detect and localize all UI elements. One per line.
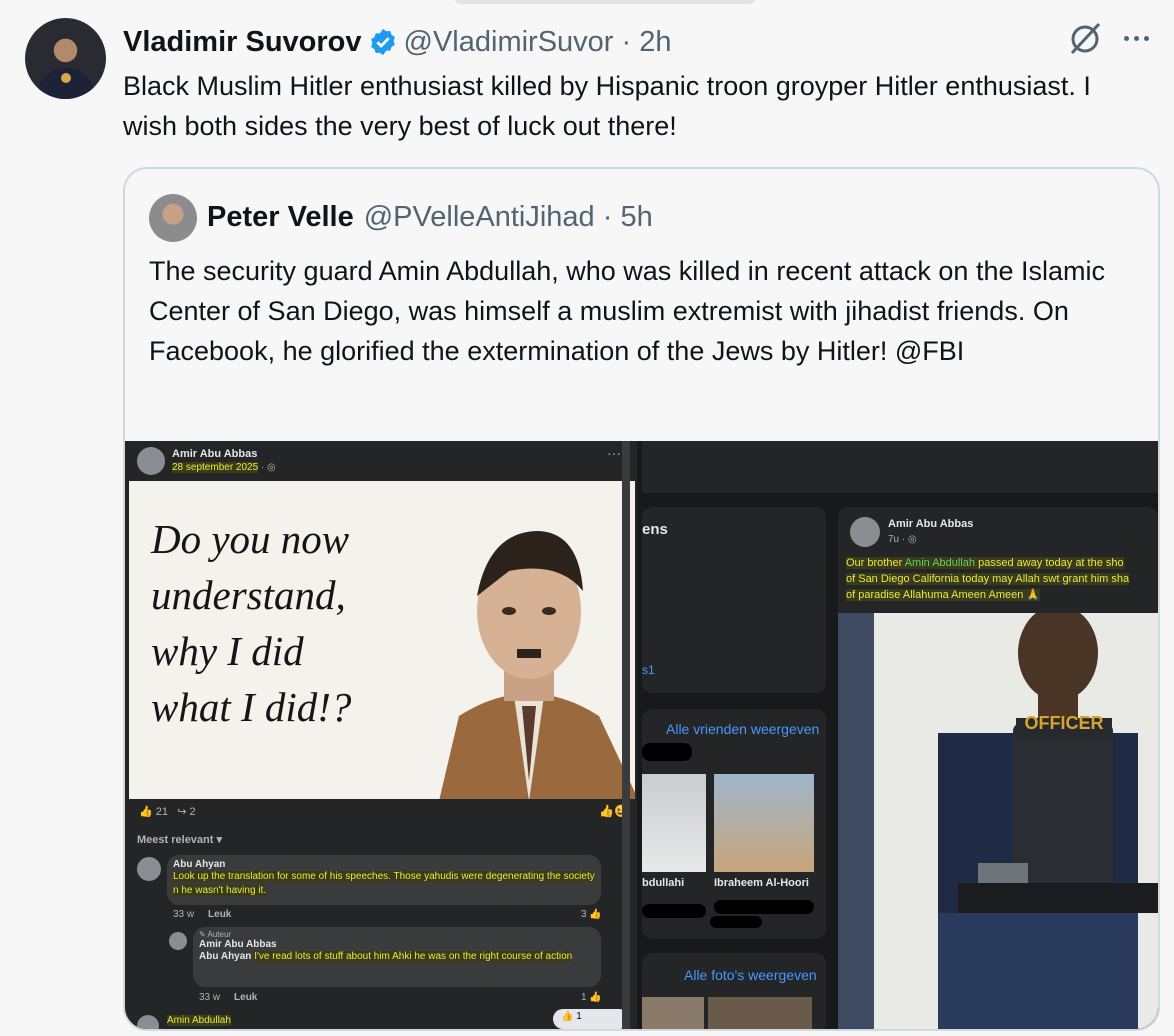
quoted-post[interactable]: Peter Velle @PVelleAntiJihad · 5h The se…	[123, 167, 1160, 1031]
all-friends-link: Alle vrienden weergeven	[666, 721, 820, 737]
poster-name: Amir Abu Abbas	[172, 448, 258, 460]
friends-card: Alle vrienden weergeven bdullahi Ibrahee…	[642, 709, 826, 939]
officer-vest-label: OFFICER	[1025, 713, 1104, 733]
fb-top-bar	[642, 441, 1158, 493]
redaction	[642, 743, 692, 761]
memorial-post: Amir Abu Abbas 7u · ◎ Our brother Amin A…	[838, 507, 1158, 1029]
author-avatar[interactable]	[25, 18, 106, 99]
comment-meta: 33 w Leuk	[173, 909, 232, 920]
verified-badge-icon	[370, 28, 395, 56]
officer-photo: OFFICER	[838, 613, 1158, 1029]
author-handle[interactable]: @VladimirSuvor	[404, 26, 614, 59]
top-sheet-handle	[455, 0, 755, 4]
comment-like-count: 3 👍	[581, 909, 602, 920]
friend-photo	[714, 774, 814, 872]
more-options-icon: ···	[607, 445, 621, 461]
redaction	[710, 916, 762, 928]
reply-avatar	[169, 932, 187, 950]
quoted-media[interactable]: Amir Abu Abbas 28 september 2025 · ◎ ···…	[125, 441, 1158, 1029]
separator-dot: ·	[613, 25, 640, 58]
commenter-avatar	[137, 857, 161, 881]
quoted-post-text: The security guard Amin Abdullah, who wa…	[149, 256, 1105, 366]
reply-like-count: 1 👍	[581, 992, 602, 1003]
commenter-avatar	[137, 1015, 159, 1029]
quoted-post-time: 5h	[620, 201, 653, 233]
share-icon: ↪	[177, 806, 187, 818]
scrollbar	[622, 441, 630, 1029]
all-photos-link: Alle foto's weergeven	[684, 967, 817, 983]
quoted-author-handle: @PVelleAntiJihad	[363, 201, 595, 233]
comment-author: Amin Abdullah	[167, 1015, 231, 1026]
photo-thumb	[708, 997, 812, 1029]
quoted-author-name: Peter Velle	[207, 201, 354, 233]
poster-date: 28 september 2025 · ◎	[172, 462, 276, 473]
quoted-author-avatar[interactable]	[149, 194, 197, 242]
reply-meta: 33 w Leuk	[199, 992, 258, 1003]
redaction	[642, 904, 706, 918]
poster-avatar	[850, 517, 880, 547]
post-time[interactable]: 2h	[639, 26, 671, 59]
intro-card: ens s1	[642, 507, 826, 693]
sort-menu: Meest relevant ▾	[137, 834, 223, 846]
grok-icon[interactable]	[1066, 20, 1104, 58]
like-icon: 👍	[139, 806, 153, 818]
meme-text: Do you now understand, why I did what I …	[151, 516, 352, 730]
comment-like-count: 👍 1	[553, 1009, 629, 1029]
facebook-screenshot-right: ens s1 Alle vrienden weergeven bdullahi …	[642, 441, 1158, 1029]
post-header: Vladimir Suvorov @VladimirSuvor · 2h	[123, 22, 672, 62]
more-options-icon[interactable]	[1124, 36, 1149, 41]
comment-bubble: Abu Ahyan Look up the translation for so…	[167, 855, 601, 905]
author-name[interactable]: Vladimir Suvorov	[123, 26, 362, 59]
meme-image: Do you now understand, why I did what I …	[129, 481, 635, 799]
post-text: Black Muslim Hitler enthusiast killed by…	[123, 71, 1091, 141]
reactions-row: 👍 21 ↪ 2	[139, 806, 196, 818]
quoted-header: Peter Velle @PVelleAntiJihad · 5h	[207, 201, 653, 234]
memorial-text: Our brother Amin Abdullah passed away to…	[846, 557, 1130, 601]
separator-dot: ·	[594, 201, 621, 233]
photo-thumb	[642, 997, 704, 1029]
redaction	[714, 900, 814, 914]
friend-photo	[642, 774, 706, 872]
reply-bubble: ✎ Auteur Amir Abu Abbas Abu Ahyan I've r…	[193, 927, 601, 987]
meme-portrait	[439, 531, 635, 799]
facebook-screenshot-left: Amir Abu Abbas 28 september 2025 · ◎ ···…	[125, 441, 637, 1029]
poster-avatar	[137, 447, 165, 475]
photos-card: Alle foto's weergeven	[642, 953, 826, 1029]
